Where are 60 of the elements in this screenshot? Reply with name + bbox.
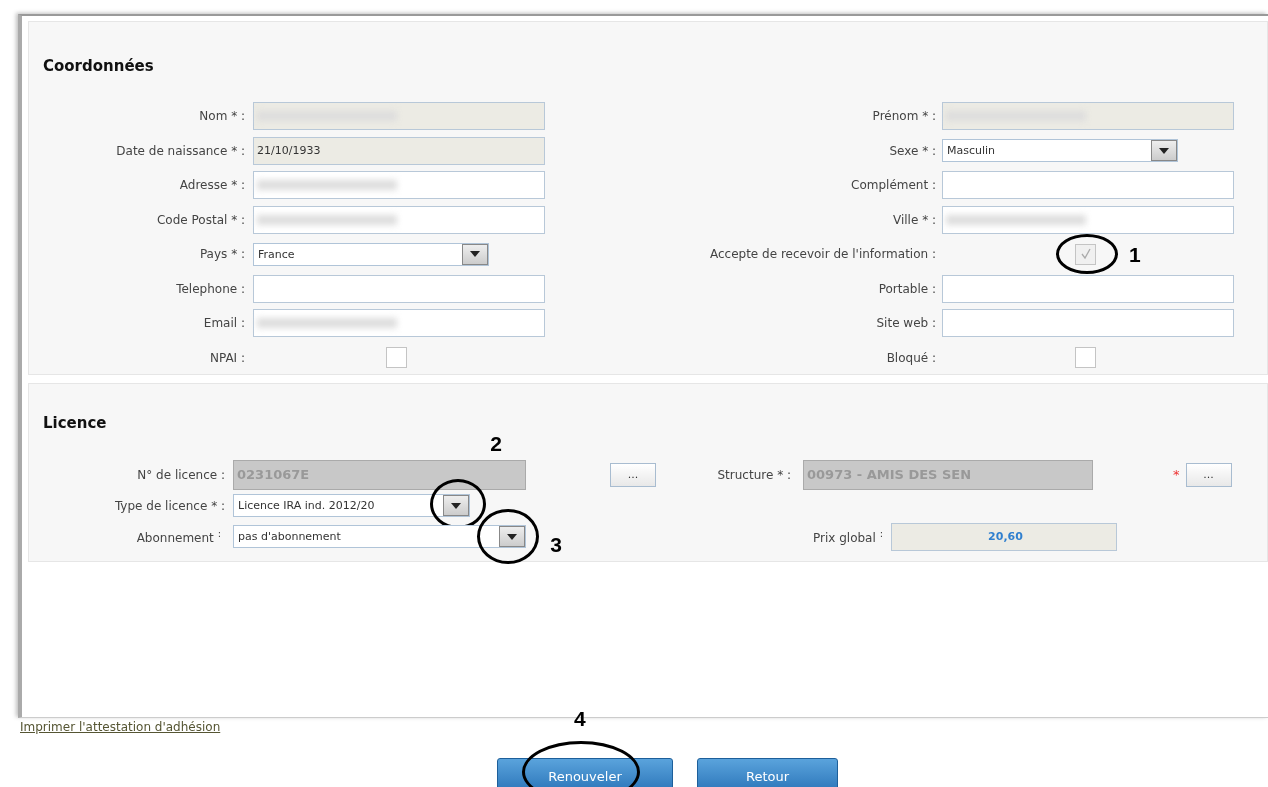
select-field[interactable]: Masculin <box>942 139 1178 163</box>
field-label: Code Postal * : <box>156 212 246 227</box>
field-label: Email : <box>202 316 246 331</box>
select-field[interactable]: pas d'abonnement <box>233 525 526 548</box>
field-label: Abonnement $^{:}$ <box>135 528 222 545</box>
price-field: 20,60 <box>891 522 1117 551</box>
dropdown-button[interactable] <box>499 526 525 547</box>
section-title: Licence <box>43 414 107 432</box>
input-field[interactable] <box>942 205 1234 234</box>
field-label: Nom * : <box>198 109 246 124</box>
field-label: Date de naissance * : <box>115 143 246 158</box>
input-field[interactable] <box>253 274 545 303</box>
field-label: Ville * : <box>892 212 937 227</box>
field-label: Adresse * : <box>178 178 246 193</box>
dropdown-button[interactable] <box>1151 140 1177 162</box>
field-label: N° de licence : <box>136 467 226 482</box>
browse-button[interactable]: ... <box>1185 462 1232 487</box>
input-field[interactable] <box>942 274 1234 303</box>
caret-icon <box>451 502 461 509</box>
field-label: Accepte de recevoir de l'information : <box>708 247 937 262</box>
input-field[interactable] <box>253 309 545 338</box>
field-label: NPAI : <box>208 350 246 365</box>
print-link[interactable]: Imprimer l'attestation d'adhésion <box>20 720 221 734</box>
caret-icon <box>507 533 517 540</box>
callout-number: 3 <box>550 533 562 557</box>
field-label: Complément : <box>850 178 937 193</box>
field-label: Prénom * : <box>871 109 937 124</box>
input-field[interactable]: 21/10/1933 <box>253 136 545 165</box>
field-label: Type de licence * : <box>113 498 226 513</box>
input-field[interactable] <box>253 102 545 131</box>
input-field[interactable] <box>253 171 545 200</box>
select-field[interactable]: Licence IRA ind. 2012/20 <box>233 494 470 517</box>
callout-number: 4 <box>574 707 586 731</box>
action-button[interactable]: Retour <box>697 758 838 787</box>
field-label: Sexe * : <box>888 143 937 158</box>
dropdown-button[interactable] <box>443 495 469 516</box>
check-icon <box>1079 248 1092 261</box>
section-title: Coordonnées <box>43 57 154 75</box>
field-label: Bloqué : <box>885 350 937 365</box>
input-field[interactable] <box>942 309 1234 338</box>
caret-icon <box>470 251 480 258</box>
field-label: Portable : <box>877 281 937 296</box>
callout-number: 2 <box>490 432 502 456</box>
checkbox[interactable] <box>386 347 407 369</box>
input-field[interactable] <box>942 102 1234 131</box>
dropdown-button[interactable] <box>462 243 488 265</box>
input-field[interactable] <box>253 205 545 234</box>
input-field[interactable] <box>942 171 1234 200</box>
callout-ring <box>477 509 539 564</box>
field-label: Pays * : <box>198 247 246 262</box>
field-label: Telephone : <box>175 281 246 296</box>
browse-button[interactable]: ... <box>610 462 656 487</box>
caret-icon <box>1159 147 1169 154</box>
field-label: Site web : <box>875 316 937 331</box>
action-button[interactable]: Renouveler <box>497 758 673 787</box>
callout-number: 1 <box>1129 243 1141 268</box>
checkbox[interactable] <box>1075 347 1096 369</box>
select-field[interactable]: France <box>253 242 489 266</box>
field-label: Structure * : <box>716 467 792 482</box>
required-mark: * <box>1173 467 1180 482</box>
